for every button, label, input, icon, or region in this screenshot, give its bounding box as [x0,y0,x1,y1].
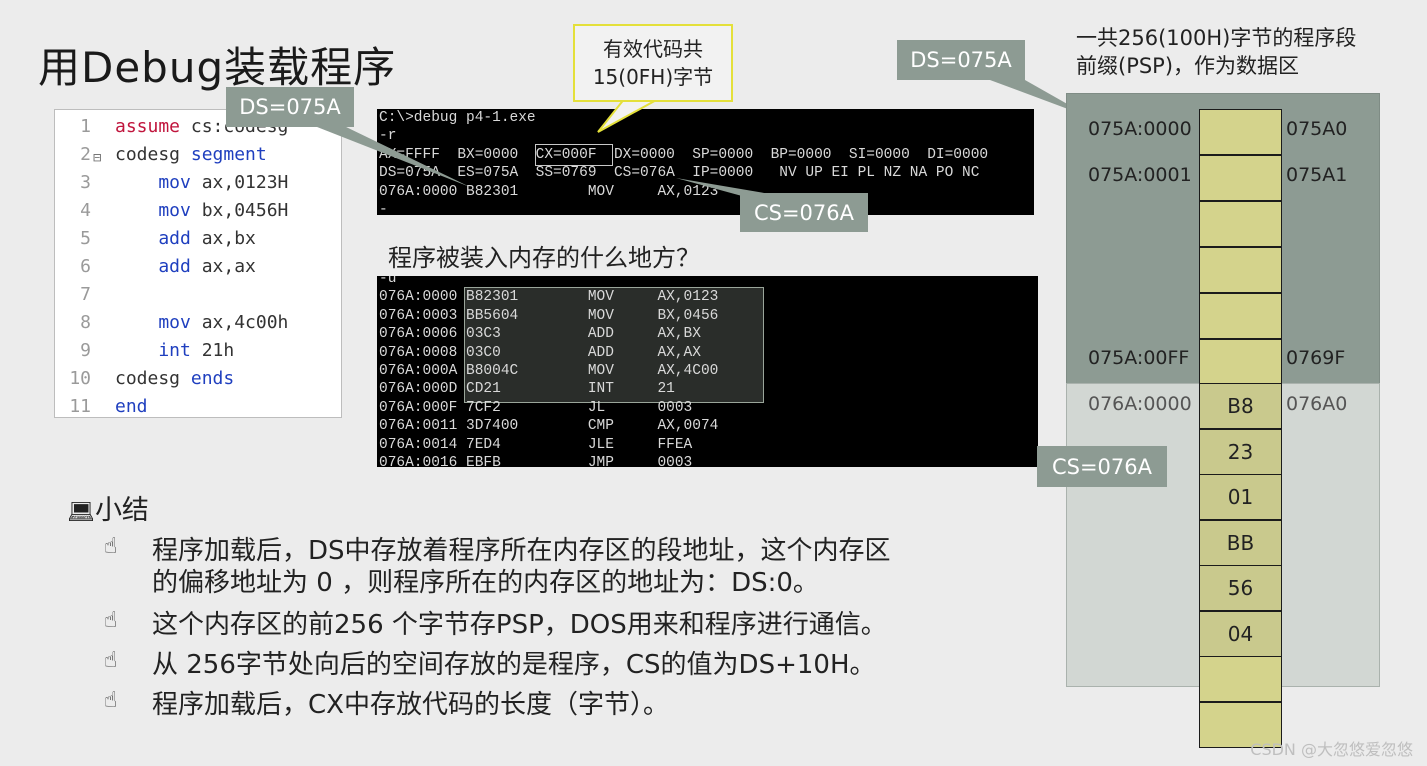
program-cell: 01 [1199,474,1282,520]
program-address-label: 076A:0000 [1088,393,1192,415]
psp-cell [1199,109,1282,155]
program-cell: B8 [1199,383,1282,429]
cs-callout-terminal: CS=076A [740,193,868,232]
psp-address-label: 075A:0001 [1088,164,1192,186]
summary-item-line1: 这个内存区的前256 个字节存PSP，DOS用来和程序进行通信。 [152,610,887,640]
psp-cell [1199,339,1282,385]
summary-heading: 💻︎小结 [67,488,149,527]
summary-heading-text: 小结 [94,495,149,526]
psp-cell [1199,293,1282,339]
program-cell: 23 [1199,428,1282,475]
psp-caption-line2: 前缀(PSP)，作为数据区 [1076,54,1300,78]
watermark: CSDN @大忽悠爱忽悠 [1250,740,1413,759]
program-physical-label: 076A0 [1286,393,1348,415]
psp-cell [1199,247,1282,293]
valid-code-line2: 15(0FH)字节 [592,65,714,89]
program-cell: 56 [1199,565,1282,611]
hand-pointer-icon: ☝︎ [104,608,118,633]
hand-pointer-icon: ☝︎ [104,534,118,559]
valid-pointer [597,97,661,133]
summary-item-line1: 程序加载后，CX中存放代码的长度（字节）。 [152,690,669,720]
psp-caption: 一共256(100H)字节的程序段 前缀(PSP)，作为数据区 [1076,24,1356,80]
summary-item-line2: 的偏移地址为 0 ，则程序所在的内存区的地址为：DS:0。 [152,568,819,598]
ds-callout-left: DS=075A [226,87,354,127]
computer-icon: 💻︎ [67,500,95,525]
hand-pointer-icon: ☝︎ [104,648,118,673]
psp-caption-line1: 一共256(100H)字节的程序段 [1076,26,1357,50]
psp-physical-label: 075A1 [1286,164,1348,186]
program-cell: BB [1199,519,1282,566]
ds-left-pointer [312,125,470,187]
valid-code-note: 有效代码共 15(0FH)字节 [573,24,733,102]
cs-callout-memory: CS=076A [1037,446,1167,487]
psp-address-label: 075A:00FF [1088,347,1190,369]
ds-callout-right: DS=075A [897,40,1025,80]
hand-pointer-icon: ☝︎ [104,688,118,713]
psp-physical-label: 0769F [1286,347,1346,369]
program-cell [1199,656,1282,702]
summary-item-line1: 从 256字节处向后的空间存放的是程序，CS的值为DS+10H。 [152,650,876,680]
psp-cell [1199,155,1282,201]
program-cell: 04 [1199,610,1282,657]
psp-address-label: 075A:0000 [1088,118,1192,140]
question-text: 程序被装入内存的什么地方？ [388,244,700,272]
psp-physical-label: 075A0 [1286,118,1348,140]
valid-code-line1: 有效代码共 [603,37,703,61]
psp-cell [1199,201,1282,247]
